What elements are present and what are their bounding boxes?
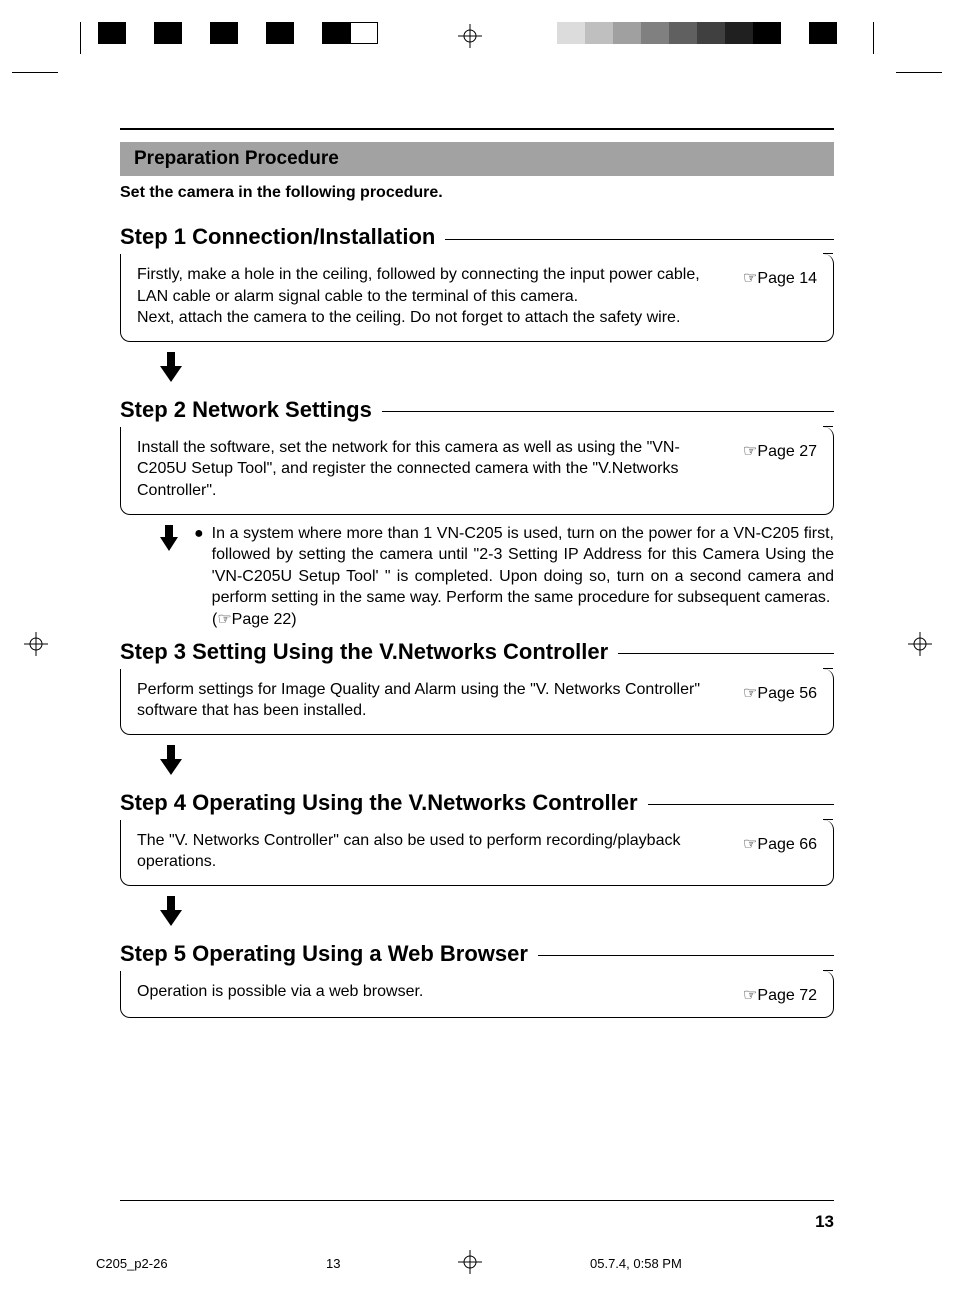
arrow-down-icon xyxy=(160,896,834,931)
step4-body: The "V. Networks Controller" can also be… xyxy=(137,830,729,873)
section-header: Preparation Procedure xyxy=(120,142,834,176)
step5-title: Step 5 Operating Using a Web Browser xyxy=(120,941,834,967)
note-page-ref: (☞Page 22) xyxy=(212,609,834,631)
step5-box: Operation is possible via a web browser.… xyxy=(120,971,834,1018)
step2-page-ref: ☞Page 27 xyxy=(743,441,817,461)
note-body: In a system where more than 1 VN-C205 is… xyxy=(212,523,834,609)
step4-box: The "V. Networks Controller" can also be… xyxy=(120,820,834,886)
step3-title: Step 3 Setting Using the V.Networks Cont… xyxy=(120,639,834,665)
step5-body: Operation is possible via a web browser. xyxy=(137,981,729,1003)
title-rule xyxy=(445,239,834,240)
title-rule xyxy=(618,653,834,654)
crop-mark xyxy=(896,72,942,73)
color-bar-left xyxy=(98,22,378,44)
step4-page-ref: ☞Page 66 xyxy=(743,834,817,854)
arrow-down-icon xyxy=(160,745,834,780)
step5-title-text: Step 5 Operating Using a Web Browser xyxy=(120,941,528,967)
arrow-down-icon xyxy=(160,352,834,387)
step2-title-text: Step 2 Network Settings xyxy=(120,397,372,423)
crop-mark xyxy=(80,22,81,54)
crop-mark xyxy=(12,72,58,73)
intro-text: Set the camera in the following procedur… xyxy=(120,184,834,202)
step4-title-text: Step 4 Operating Using the V.Networks Co… xyxy=(120,790,638,816)
footer-timestamp: 05.7.4, 0:58 PM xyxy=(590,1256,682,1271)
page: Preparation Procedure Set the camera in … xyxy=(0,0,954,1295)
page-number: 13 xyxy=(815,1212,834,1232)
step1-body: Firstly, make a hole in the ceiling, fol… xyxy=(137,264,729,329)
step1-box: Firstly, make a hole in the ceiling, fol… xyxy=(120,254,834,342)
step3-title-text: Step 3 Setting Using the V.Networks Cont… xyxy=(120,639,608,665)
title-rule xyxy=(538,955,834,956)
note-text: ● In a system where more than 1 VN-C205 … xyxy=(194,523,834,631)
color-bar-right xyxy=(557,22,837,44)
top-rule xyxy=(120,128,834,130)
footer-sheet: 13 xyxy=(326,1256,340,1271)
step3-page-ref: ☞Page 56 xyxy=(743,683,817,703)
title-rule xyxy=(648,804,834,805)
registration-mark-icon xyxy=(458,24,482,48)
content-area: Preparation Procedure Set the camera in … xyxy=(120,128,834,1018)
step1-page-ref: ☞Page 14 xyxy=(743,268,817,288)
step2-box: Install the software, set the network fo… xyxy=(120,427,834,515)
footer-rule xyxy=(120,1200,834,1201)
step1-title-text: Step 1 Connection/Installation xyxy=(120,224,435,250)
crop-mark xyxy=(873,22,874,54)
arrow-down-icon xyxy=(160,525,178,631)
step4-title: Step 4 Operating Using the V.Networks Co… xyxy=(120,790,834,816)
step1-title: Step 1 Connection/Installation xyxy=(120,224,834,250)
footer-file: C205_p2-26 xyxy=(96,1256,168,1271)
step5-page-ref: ☞Page 72 xyxy=(743,985,817,1005)
registration-mark-icon xyxy=(458,1250,482,1274)
registration-mark-icon xyxy=(24,632,48,656)
title-rule xyxy=(382,411,834,412)
note-block: ● In a system where more than 1 VN-C205 … xyxy=(160,523,834,631)
step2-title: Step 2 Network Settings xyxy=(120,397,834,423)
step3-box: Perform settings for Image Quality and A… xyxy=(120,669,834,735)
step2-body: Install the software, set the network fo… xyxy=(137,437,729,502)
registration-mark-icon xyxy=(908,632,932,656)
step3-body: Perform settings for Image Quality and A… xyxy=(137,679,729,722)
bullet-icon: ● xyxy=(194,523,204,609)
